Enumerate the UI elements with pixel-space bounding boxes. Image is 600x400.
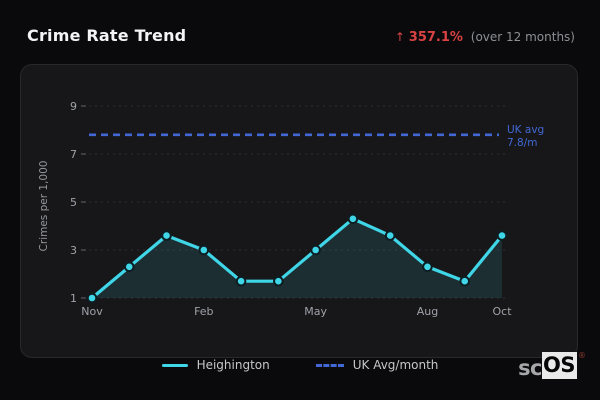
crime-trend-chart: 1 3 5 7 9 Crimes per 1,000 Nov Feb May Aug Oct UK a… — [38, 100, 544, 318]
data-point[interactable] — [273, 275, 284, 287]
solid-line-swatch-icon — [161, 363, 188, 367]
legend-item-uk-avg-month[interactable]: UK Avg/month — [315, 358, 439, 372]
data-point[interactable] — [86, 292, 98, 304]
legend-label: UK Avg/month — [352, 358, 439, 372]
chart-legend: Heighington UK Avg/month — [0, 358, 600, 372]
logo-prefix: sc — [518, 356, 543, 380]
dashed-line-swatch-icon — [315, 363, 344, 367]
x-tick-label: Feb — [194, 305, 213, 318]
series-area-fill — [92, 218, 502, 298]
data-point[interactable] — [422, 261, 433, 273]
up-arrow-icon: ↑ — [394, 30, 405, 44]
data-point[interactable] — [123, 261, 135, 273]
legend-item-heighington[interactable]: Heighington — [161, 358, 270, 372]
y-tick-label: 5 — [70, 196, 77, 209]
trend-caption: (over 12 months) — [470, 30, 575, 44]
trend-percent: 357.1% — [408, 30, 463, 45]
uk-avg-label-line2: 7.8/m — [507, 137, 537, 149]
y-tick-label: 7 — [70, 148, 77, 161]
data-point[interactable] — [384, 230, 396, 241]
data-point[interactable] — [347, 213, 359, 225]
y-tick-label: 9 — [70, 100, 77, 113]
data-point[interactable] — [310, 244, 321, 256]
chart-card: 1 3 5 7 9 Crimes per 1,000 Nov Feb May Aug Oct UK a… — [20, 64, 578, 358]
y-axis-title: Crimes per 1,000 — [38, 161, 50, 252]
footer: Heighington UK Avg/month sc OS ® — [0, 352, 600, 384]
trend-indicator: ↑ 357.1% (over 12 months) — [395, 30, 575, 45]
legend-label: Heighington — [196, 358, 270, 372]
data-point[interactable] — [161, 230, 172, 241]
logo-os-box: OS — [542, 352, 577, 379]
scos-logo: sc OS ® — [518, 352, 586, 379]
data-point[interactable] — [459, 275, 471, 287]
uk-avg-label-line1: UK avg — [507, 124, 544, 136]
data-point[interactable] — [235, 275, 247, 287]
registered-mark-icon: ® — [578, 351, 586, 360]
y-tick-label: 1 — [70, 292, 77, 305]
y-tick-label: 3 — [70, 244, 77, 257]
data-point[interactable] — [198, 244, 210, 256]
header: Crime Rate Trend ↑ 357.1% (over 12 month… — [27, 26, 575, 45]
x-tick-label: May — [304, 305, 327, 318]
x-tick-label: Oct — [492, 305, 512, 318]
x-tick-label: Aug — [417, 305, 438, 318]
page-title: Crime Rate Trend — [27, 26, 187, 45]
x-tick-label: Nov — [81, 305, 103, 318]
data-point[interactable] — [496, 230, 508, 241]
